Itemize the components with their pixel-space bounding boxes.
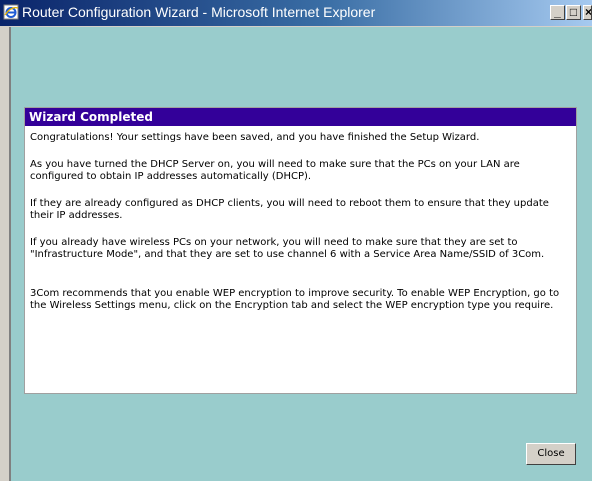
wep-recommendation-text: 3Com recommends that you enable WEP encr… (30, 288, 560, 311)
page-content: Wizard Completed Congratulations! Your s… (9, 27, 592, 481)
close-window-button[interactable]: × (583, 5, 592, 20)
internet-explorer-icon (3, 4, 19, 20)
panel-header: Wizard Completed (25, 108, 576, 126)
wizard-completed-panel: Wizard Completed Congratulations! Your s… (24, 107, 577, 394)
minimize-button[interactable]: _ (550, 5, 565, 20)
congratulations-text: Congratulations! Your settings have been… (30, 132, 480, 143)
wireless-pcs-text: If you already have wireless PCs on your… (30, 237, 545, 260)
panel-title: Wizard Completed (29, 110, 153, 124)
dhcp-server-text: As you have turned the DHCP Server on, y… (30, 159, 520, 182)
window-title: Router Configuration Wizard - Microsoft … (22, 4, 376, 20)
maximize-button[interactable]: □ (566, 5, 581, 20)
browser-window: Router Configuration Wizard - Microsoft … (0, 0, 592, 481)
close-button[interactable]: Close (526, 443, 576, 465)
title-bar[interactable]: Router Configuration Wizard - Microsoft … (0, 0, 592, 26)
maximize-icon: □ (569, 5, 578, 19)
dhcp-clients-text: If they are already configured as DHCP c… (30, 198, 549, 221)
close-icon: × (585, 5, 592, 19)
minimize-icon: _ (554, 5, 561, 19)
